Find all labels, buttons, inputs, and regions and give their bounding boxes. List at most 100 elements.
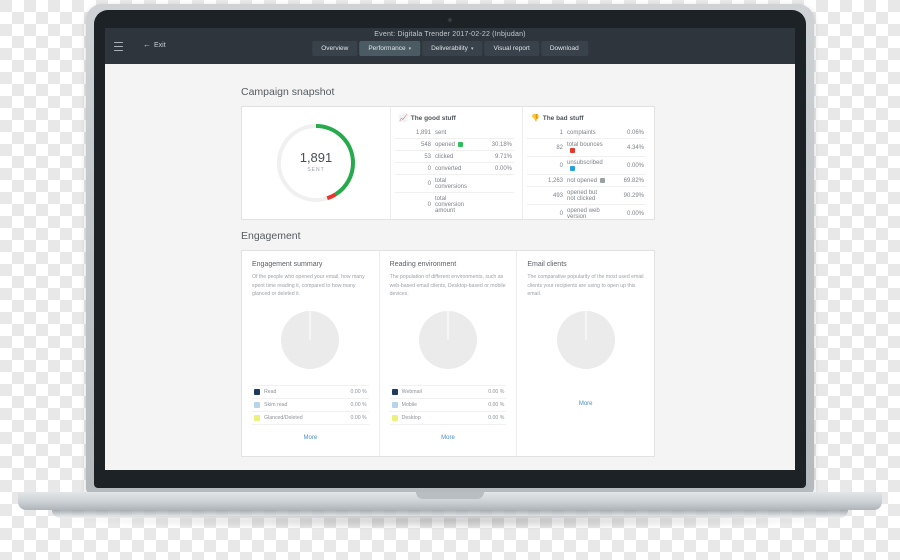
table-row: 53 clicked 9.71% bbox=[395, 150, 514, 163]
good-stat-value: 548 bbox=[395, 138, 433, 151]
good-stat-percent: 0.00% bbox=[476, 162, 514, 175]
bad-stat-percent: 4.34% bbox=[608, 138, 646, 157]
sent-caption: SENT bbox=[307, 167, 325, 173]
legend-item-label: Desktop bbox=[401, 414, 421, 421]
pie-chart-empty bbox=[556, 310, 615, 369]
chart-legend: Read 0.00 % Skim read 0.00 % Glanced/Deleted… bbox=[252, 384, 369, 425]
good-stat-label: sent bbox=[433, 127, 476, 139]
tab-download[interactable]: Download bbox=[540, 41, 588, 56]
chevron-down-icon: ▾ bbox=[470, 45, 474, 52]
campaign-snapshot-title: Campaign snapshot bbox=[241, 86, 335, 98]
laptop-display: Event: Digitala Trender 2017-02-22 (Inbj… bbox=[105, 28, 795, 470]
table-row: 548 opened 30.18% bbox=[395, 138, 514, 151]
bad-stuff-heading-label: The bad stuff bbox=[542, 115, 584, 122]
engagement-card: Engagement summary Of the people who open… bbox=[241, 250, 655, 457]
bad-stat-label: not opened bbox=[565, 174, 608, 187]
good-stat-label: total conversion amount bbox=[435, 195, 465, 214]
table-row: 0 total conversions bbox=[395, 174, 514, 193]
legend-swatch-icon bbox=[254, 401, 260, 408]
legend-item: Webmail 0.00 % bbox=[389, 384, 507, 399]
bad-stat-value: 1 bbox=[527, 127, 565, 139]
page-title: Event: Digitala Trender 2017-02-22 (Inbj… bbox=[374, 31, 526, 38]
legend-swatch-icon bbox=[254, 414, 260, 421]
pie-zero-marker bbox=[447, 310, 449, 340]
engagement-panel: Reading environment The population of dif… bbox=[378, 251, 517, 456]
legend-swatch-icon bbox=[391, 401, 398, 408]
hamburger-icon[interactable] bbox=[114, 42, 123, 51]
webcam-icon bbox=[447, 17, 453, 23]
good-stuff-heading-label: The good stuff bbox=[410, 115, 456, 122]
chevron-down-icon: ▾ bbox=[408, 45, 412, 52]
good-stat-label: total conversions bbox=[433, 174, 476, 193]
tab-deliverability[interactable]: Deliverability ▾ bbox=[422, 41, 483, 56]
table-row: 1,263 not opened 69.82% bbox=[527, 174, 646, 187]
bad-stat-value: 82 bbox=[527, 138, 565, 157]
exit-button[interactable]: ← Exit bbox=[143, 41, 166, 49]
bad-stat-label: total bounces bbox=[565, 138, 608, 157]
legend-item-value: 0.00 % bbox=[488, 388, 505, 395]
bad-stat-value: 1,263 bbox=[527, 174, 565, 187]
pie-zero-marker bbox=[309, 310, 311, 340]
tab-visual-report-label: Visual report bbox=[493, 45, 530, 52]
bad-stat-percent: 0.00% bbox=[626, 210, 644, 217]
tab-performance[interactable]: Performance ▾ bbox=[359, 41, 421, 56]
legend-item-label: Read bbox=[264, 388, 277, 395]
engagement-panel-description: Of the people who opened your email, how… bbox=[252, 274, 365, 298]
good-stat-label: opened bbox=[433, 138, 476, 151]
more-link[interactable]: More bbox=[390, 435, 507, 441]
tab-download-label: Download bbox=[549, 45, 579, 52]
main-nav: Overview Performance ▾ Deliverability ▾ … bbox=[312, 41, 588, 56]
bad-stat-percent: 0.06% bbox=[608, 127, 646, 139]
engagement-panel-heading: Reading environment bbox=[389, 261, 457, 268]
table-row: 1,891 sent bbox=[395, 127, 514, 139]
pie-chart-empty bbox=[281, 310, 340, 369]
pie-chart bbox=[527, 309, 644, 371]
legend-swatch-icon bbox=[600, 177, 606, 183]
table-row: 0 unsubscribed 0.00% bbox=[527, 156, 646, 175]
content-viewport[interactable]: Campaign snapshot 1,891 SENT 📈 The good … bbox=[105, 64, 795, 470]
more-link[interactable]: More bbox=[527, 401, 644, 407]
good-stat-value: 0 bbox=[395, 162, 433, 175]
legend-item-label: Webmail bbox=[401, 388, 422, 395]
tab-overview-label: Overview bbox=[321, 45, 349, 52]
legend-swatch-icon bbox=[254, 388, 260, 395]
bad-stat-value: 493 bbox=[527, 186, 565, 205]
bad-stat-value: 0 bbox=[559, 210, 563, 217]
legend-swatch-icon bbox=[391, 388, 398, 395]
table-row: 0 converted 0.00% bbox=[395, 162, 514, 175]
legend-swatch-icon bbox=[458, 141, 464, 147]
table-row: 0 opened web version 0.00% bbox=[527, 205, 646, 223]
good-stat-percent bbox=[476, 193, 514, 217]
engagement-title: Engagement bbox=[241, 230, 301, 242]
arrow-left-icon: ← bbox=[143, 40, 151, 49]
tab-performance-label: Performance bbox=[368, 45, 406, 52]
good-stat-value: 1,891 bbox=[395, 127, 433, 139]
pie-chart bbox=[252, 309, 369, 371]
legend-item-value: 0.00 % bbox=[350, 388, 367, 395]
table-row: 0 total conversion amount bbox=[395, 193, 514, 217]
screenshot-stage: Event: Digitala Trender 2017-02-22 (Inbj… bbox=[0, 0, 900, 560]
legend-item: Mobile 0.00 % bbox=[389, 399, 507, 412]
laptop-base-notch bbox=[416, 492, 484, 499]
bad-stat-label: opened web version bbox=[567, 207, 600, 220]
good-stat-percent bbox=[476, 127, 514, 139]
legend-item: Desktop 0.00 % bbox=[389, 412, 507, 425]
campaign-snapshot-card: 1,891 SENT 📈 The good stuff 1,891 sent 548… bbox=[241, 106, 655, 220]
exit-label: Exit bbox=[154, 41, 166, 49]
engagement-panel-description: The population of different environments… bbox=[389, 274, 506, 298]
tab-visual-report[interactable]: Visual report bbox=[484, 41, 539, 56]
engagement-panel: Email clients The comparative popularity … bbox=[516, 251, 654, 456]
tab-deliverability-label: Deliverability bbox=[431, 45, 468, 52]
app-header: Event: Digitala Trender 2017-02-22 (Inbj… bbox=[105, 28, 795, 64]
engagement-panel: Engagement summary Of the people who open… bbox=[242, 251, 379, 456]
legend-swatch-icon bbox=[570, 147, 575, 153]
legend-item: Glanced/Deleted 0.00 % bbox=[252, 412, 369, 425]
sent-donut-chart: 1,891 SENT bbox=[242, 107, 390, 219]
bad-stuff-table: 1 complaints 0.06% 82 total bounces 4.34% 0 uns… bbox=[527, 127, 646, 222]
bad-stat-label: opened but not clicked bbox=[565, 186, 608, 205]
legend-item-value: 0.00 % bbox=[350, 414, 367, 421]
tab-overview[interactable]: Overview bbox=[312, 41, 358, 56]
more-link[interactable]: More bbox=[252, 435, 369, 441]
legend-item-label: Skim read bbox=[264, 401, 288, 408]
chart-legend: Webmail 0.00 % Mobile 0.00 % Desktop 0.00 % bbox=[389, 384, 507, 425]
